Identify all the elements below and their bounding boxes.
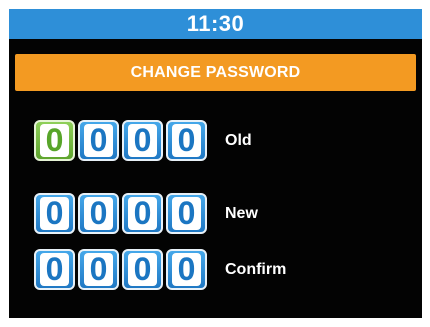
confirm-digit-2[interactable]: 0 <box>78 249 119 290</box>
confirm-digit-1-value: 0 <box>40 253 69 286</box>
new-digit-2[interactable]: 0 <box>78 193 119 234</box>
new-password-row: 0 0 0 0 New <box>34 193 258 234</box>
confirm-digit-4-value: 0 <box>172 253 201 286</box>
confirm-label: Confirm <box>225 260 287 278</box>
new-digit-2-value: 0 <box>84 197 113 230</box>
new-label: New <box>225 204 258 222</box>
confirm-digit-4[interactable]: 0 <box>166 249 207 290</box>
new-digit-4-value: 0 <box>172 197 201 230</box>
new-digit-4[interactable]: 0 <box>166 193 207 234</box>
old-digit-4[interactable]: 0 <box>166 120 207 161</box>
clock-time: 11:30 <box>186 11 245 36</box>
page-title: CHANGE PASSWORD <box>130 63 301 81</box>
new-digit-1[interactable]: 0 <box>34 193 75 234</box>
confirm-digit-3[interactable]: 0 <box>122 249 163 290</box>
status-bar: 11:30 <box>9 9 422 39</box>
new-digit-3[interactable]: 0 <box>122 193 163 234</box>
new-digit-3-value: 0 <box>128 197 157 230</box>
old-digit-2-value: 0 <box>84 124 113 157</box>
confirm-digit-3-value: 0 <box>128 253 157 286</box>
confirm-password-row: 0 0 0 0 Confirm <box>34 249 286 290</box>
old-digit-1-value: 0 <box>40 124 69 157</box>
old-label: Old <box>225 131 252 149</box>
new-digit-1-value: 0 <box>40 197 69 230</box>
old-digit-3-value: 0 <box>128 124 157 157</box>
title-bar: CHANGE PASSWORD <box>15 54 416 91</box>
old-digit-4-value: 0 <box>172 124 201 157</box>
old-digit-3[interactable]: 0 <box>122 120 163 161</box>
old-password-row: 0 0 0 0 Old <box>34 120 252 161</box>
old-digit-1[interactable]: 0 <box>34 120 75 161</box>
device-screen: 11:30 CHANGE PASSWORD 0 0 0 0 Old 0 0 0 … <box>9 9 422 318</box>
confirm-digit-1[interactable]: 0 <box>34 249 75 290</box>
confirm-digit-2-value: 0 <box>84 253 113 286</box>
old-digit-2[interactable]: 0 <box>78 120 119 161</box>
